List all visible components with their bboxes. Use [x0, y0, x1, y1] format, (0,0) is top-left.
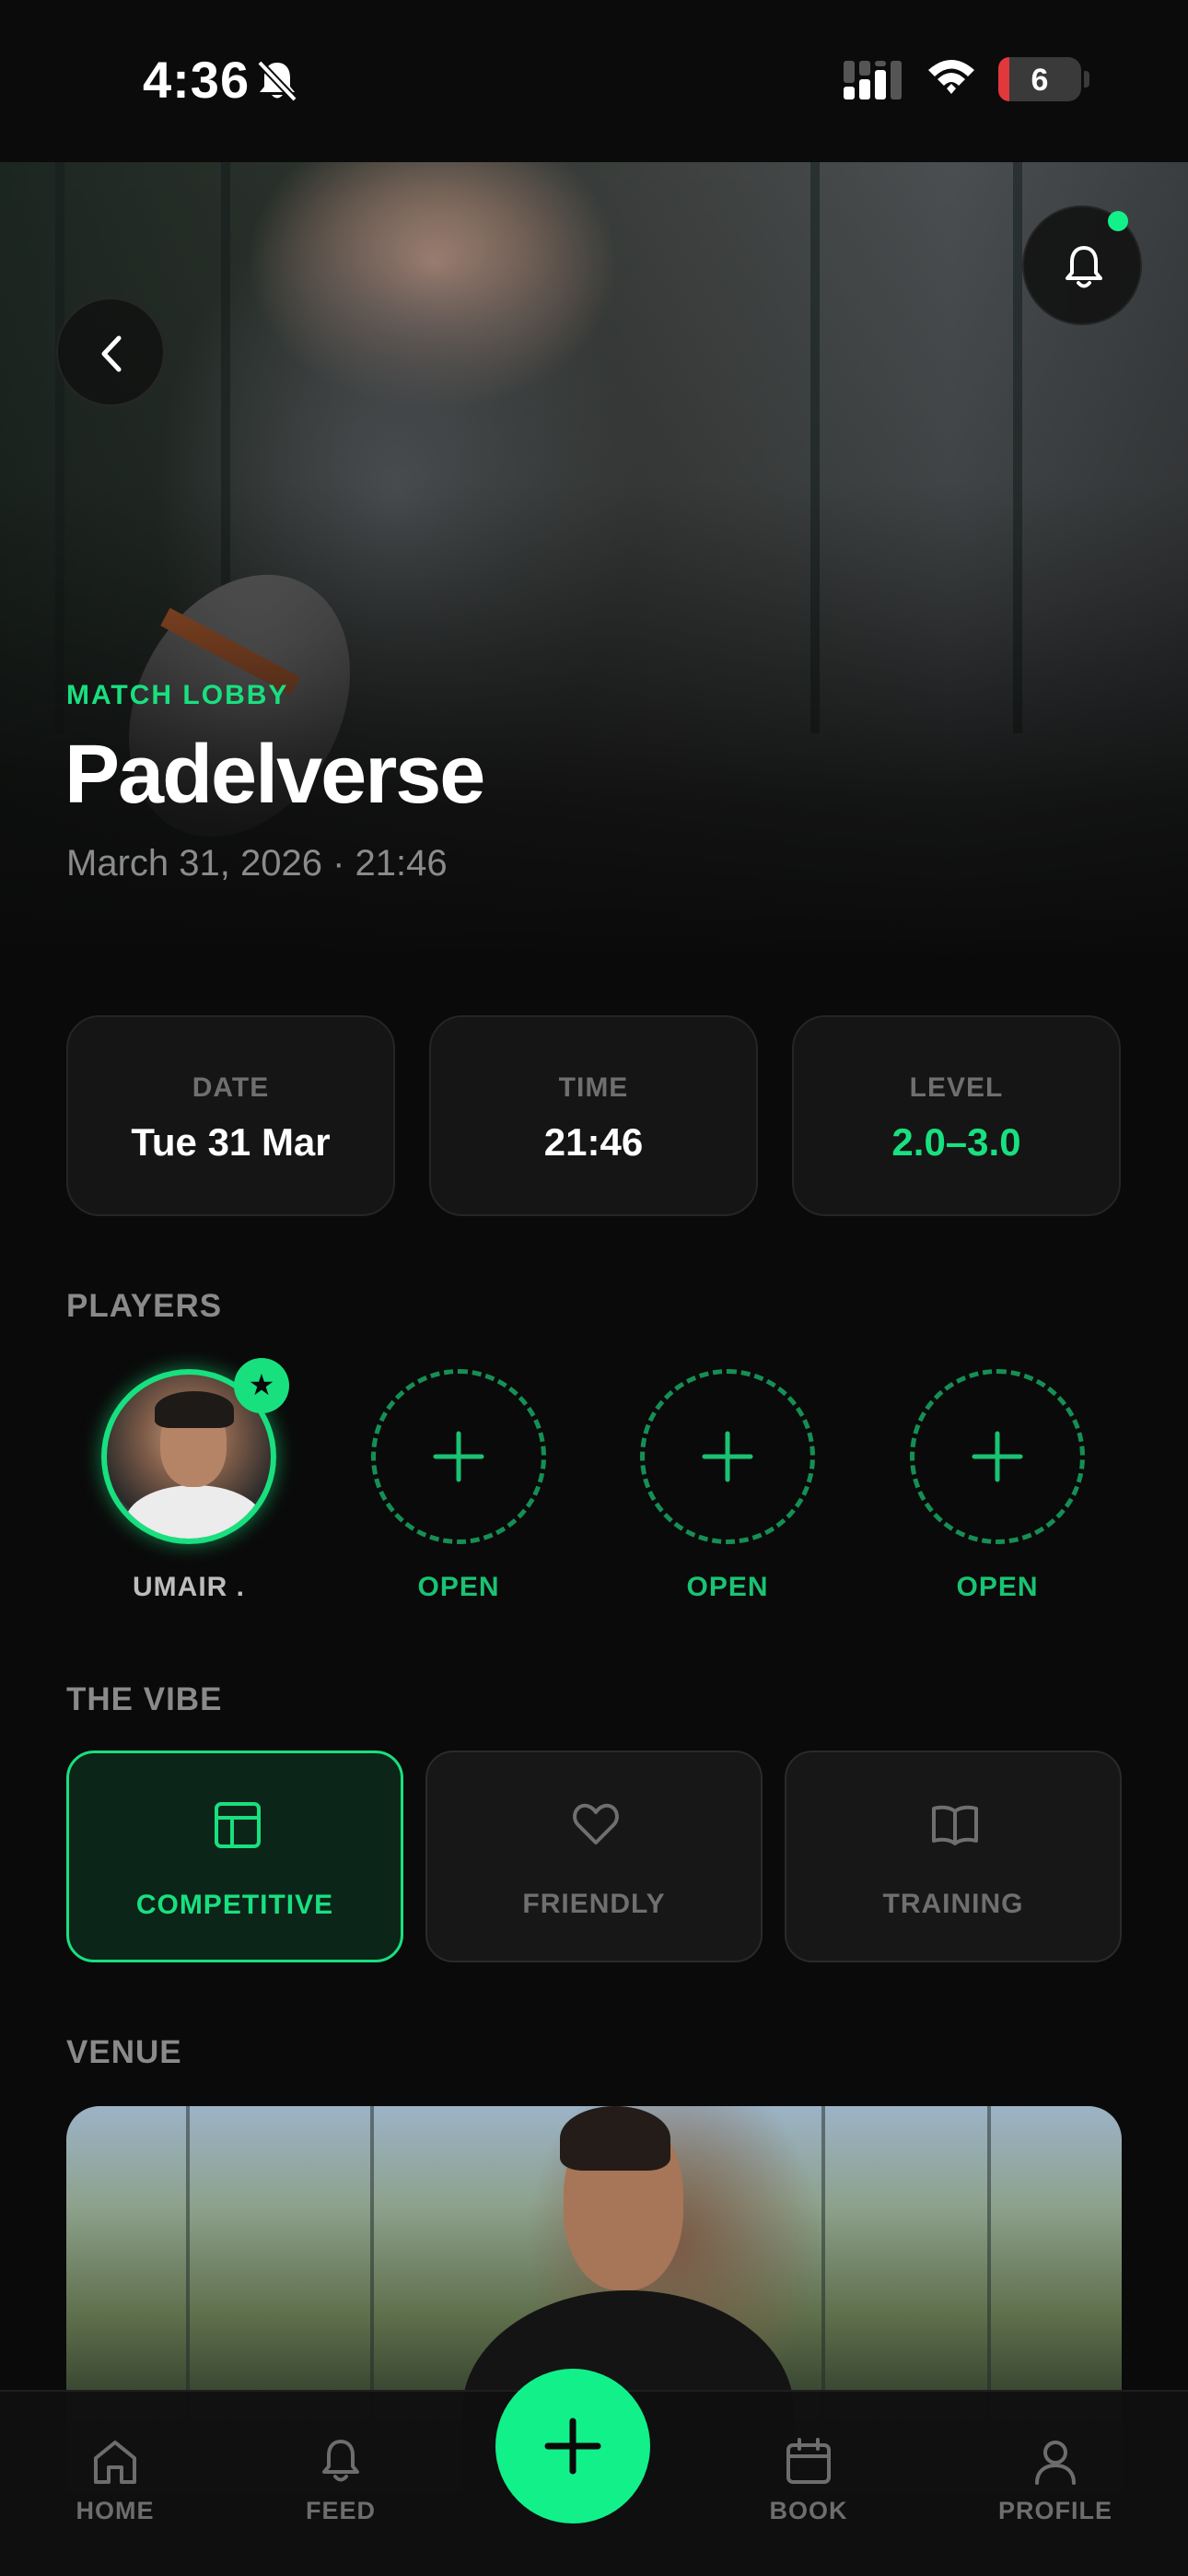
page-eyebrow: MATCH LOBBY: [66, 680, 289, 710]
vibe-label: COMPETITIVE: [135, 1890, 334, 1920]
time-card: TIME 21:46: [429, 1015, 758, 1216]
signal-icon: [844, 61, 902, 100]
status-bar: 4:36 6: [0, 0, 1188, 162]
nav-label: FEED: [305, 2497, 376, 2524]
level-label: LEVEL: [909, 1072, 1004, 1103]
vibe-competitive-button[interactable]: COMPETITIVE: [66, 1751, 403, 1962]
wifi-icon: [928, 60, 974, 94]
battery-level: 6: [1031, 63, 1049, 98]
players-heading: PLAYERS: [66, 1288, 223, 1324]
calendar-icon: [786, 2438, 831, 2484]
chevron-left-icon: [101, 335, 122, 372]
bell-icon: [1066, 246, 1102, 288]
nav-home[interactable]: HOME: [32, 2436, 198, 2525]
open-slot-button[interactable]: [910, 1369, 1085, 1544]
star-icon: ★: [248, 1368, 275, 1401]
vibe-friendly-button[interactable]: FRIENDLY: [425, 1751, 763, 1962]
nav-book[interactable]: BOOK: [726, 2436, 891, 2525]
nav-label: PROFILE: [997, 2497, 1112, 2524]
plus-icon: [433, 1431, 484, 1482]
level-card: LEVEL 2.0–3.0: [792, 1015, 1121, 1216]
host-star-badge: ★: [234, 1358, 289, 1413]
open-slot-label: OPEN: [956, 1572, 1039, 1602]
bell-icon: [322, 2440, 359, 2482]
vibe-heading: THE VIBE: [66, 1681, 223, 1717]
venue-heading: VENUE: [66, 2034, 182, 2070]
battery-icon: 6: [998, 57, 1081, 101]
vibe-label: FRIENDLY: [522, 1889, 666, 1919]
page-subtitle: March 31, 2026 · 21:46: [66, 843, 448, 884]
plus-icon: [702, 1431, 753, 1482]
plus-icon: [544, 2418, 601, 2475]
open-slot-label: OPEN: [417, 1572, 500, 1602]
plus-icon: [972, 1431, 1023, 1482]
nav-feed[interactable]: FEED: [258, 2436, 424, 2525]
battery-tip: [1084, 71, 1089, 88]
bell-off-icon: [257, 60, 297, 101]
status-time: 4:36: [143, 51, 250, 109]
vibe-training-button[interactable]: TRAINING: [785, 1751, 1122, 1962]
date-label: DATE: [192, 1072, 270, 1103]
nav-label: HOME: [76, 2497, 155, 2524]
nav-label: BOOK: [769, 2497, 848, 2524]
layout-icon: [215, 1802, 261, 1848]
create-match-button[interactable]: [495, 2369, 650, 2523]
vibe-label: TRAINING: [882, 1889, 1024, 1919]
open-slot-button[interactable]: [371, 1369, 546, 1544]
open-slot-label: OPEN: [686, 1572, 769, 1602]
nav-profile[interactable]: PROFILE: [973, 2436, 1138, 2525]
date-value: Tue 31 Mar: [131, 1120, 331, 1164]
player-name: UMAIR .: [133, 1572, 245, 1602]
open-slot-button[interactable]: [640, 1369, 815, 1544]
user-icon: [1035, 2441, 1076, 2485]
date-card: DATE Tue 31 Mar: [66, 1015, 395, 1216]
home-icon: [94, 2441, 136, 2484]
time-label: TIME: [558, 1072, 629, 1103]
notification-dot: [1108, 211, 1128, 231]
heart-icon: [573, 1803, 619, 1844]
back-button[interactable]: [56, 298, 165, 406]
page-title: Padelverse: [64, 729, 485, 821]
time-value: 21:46: [543, 1120, 644, 1164]
level-value: 2.0–3.0: [891, 1120, 1021, 1164]
book-icon: [932, 1805, 978, 1845]
